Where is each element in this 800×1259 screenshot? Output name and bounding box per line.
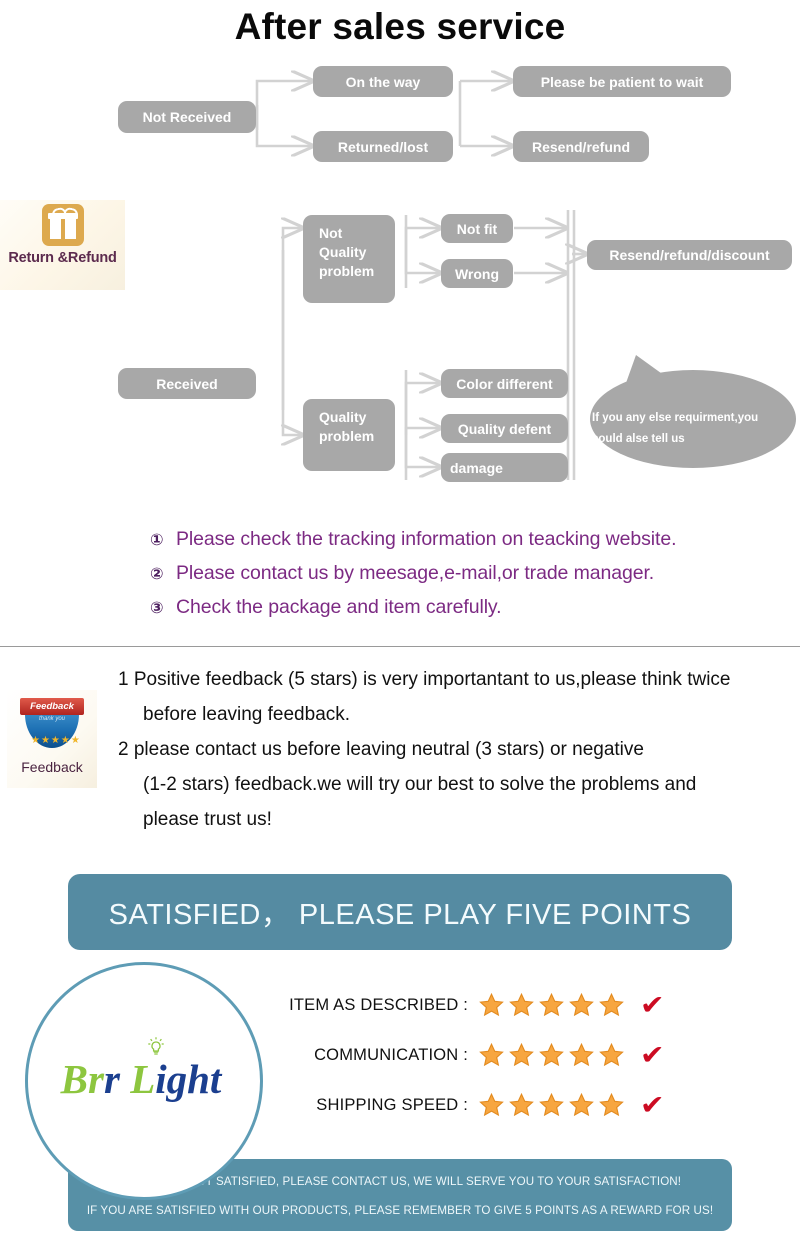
node-wrong: Wrong <box>441 259 513 288</box>
star-icon <box>479 1092 504 1116</box>
logo-part-br: Br <box>60 1056 104 1102</box>
node-returned-lost: Returned/lost <box>313 131 453 162</box>
list-number-1: ① <box>150 532 164 549</box>
brand-logo-text: Brr Light <box>60 1056 222 1102</box>
rating-label-communication: COMMUNICATION : <box>314 1045 468 1064</box>
star-icon <box>599 1092 624 1116</box>
star-icon <box>569 1042 594 1066</box>
list-number-3: ③ <box>150 600 164 617</box>
feedback-label: Feedback <box>21 759 83 775</box>
node-quality-problem: Quality problem <box>303 399 395 471</box>
star-icon <box>569 992 594 1016</box>
feedback-text-block: 1 Positive feedback (5 stars) is very im… <box>118 662 798 837</box>
star-icon <box>599 1042 624 1066</box>
checkmark-icon: ✔ <box>639 1039 665 1070</box>
section-divider <box>0 646 800 647</box>
node-damage: damage <box>441 453 568 482</box>
logo-part-l: L <box>130 1056 156 1102</box>
node-not-received: Not Received <box>118 101 256 133</box>
star-icon <box>479 1042 504 1066</box>
node-not-fit: Not fit <box>441 214 513 243</box>
list-item: ② Please contact us by meesage,e-mail,or… <box>150 562 790 585</box>
rating-row: SHIPPING SPEED : ✔ <box>272 1080 732 1130</box>
node-color-different: Color different <box>441 369 568 398</box>
satisfied-banner-text: SATISFIED， PLEASE PLAY FIVE POINTS <box>108 899 692 931</box>
star-icon <box>509 992 534 1016</box>
rating-row: ITEM AS DESCRIBED : ✔ <box>272 980 732 1030</box>
list-text-3: Check the package and item carefully. <box>176 596 502 618</box>
bubble-line-1: If you any else requirment,you <box>592 412 759 424</box>
rating-row: COMMUNICATION : ✔ <box>272 1030 732 1080</box>
star-icon <box>599 992 624 1016</box>
shield-stars: ★★★★★ <box>31 735 81 746</box>
feedback-badge-block: Feedback thank you ★★★★★ Feedback <box>7 690 97 788</box>
list-text-2: Please contact us by meesage,e-mail,or t… <box>176 562 655 584</box>
star-icon <box>539 1042 564 1066</box>
rating-stars-shipping-speed <box>478 1092 625 1119</box>
node-please-be-patient: Please be patient to wait <box>513 66 731 97</box>
flowchart: Not Received On the way Returned/lost Pl… <box>0 0 800 500</box>
lightbulb-icon <box>148 1037 164 1055</box>
star-icon <box>539 1092 564 1116</box>
shield-sub-text: thank you <box>38 716 66 722</box>
feedback-line-4: (1-2 stars) feedback.we will try our bes… <box>143 774 697 795</box>
list-text-1: Please check the tracking information on… <box>176 528 677 550</box>
logo-part-ight: ight <box>155 1056 222 1102</box>
return-refund-label: Return &Refund <box>8 250 117 266</box>
feedback-line-1: 1 Positive feedback (5 stars) is very im… <box>118 669 731 690</box>
satisfied-banner: SATISFIED， PLEASE PLAY FIVE POINTS <box>68 874 732 950</box>
star-icon <box>509 1042 534 1066</box>
star-icon <box>479 992 504 1016</box>
checkmark-icon: ✔ <box>639 989 665 1020</box>
node-received: Received <box>118 368 256 399</box>
rating-label-item-as-described: ITEM AS DESCRIBED : <box>289 995 468 1014</box>
list-item: ① Please check the tracking information … <box>150 528 790 551</box>
feedback-line-2: before leaving feedback. <box>143 704 351 725</box>
feedback-shield-icon: Feedback thank you ★★★★★ <box>20 694 84 756</box>
rating-stars-item-as-described <box>478 992 625 1019</box>
feedback-line-5: please trust us! <box>143 809 272 830</box>
node-quality-defent: Quality defent <box>441 414 568 443</box>
node-on-the-way: On the way <box>313 66 453 97</box>
shield-banner-text: Feedback <box>20 698 84 715</box>
list-item: ③ Check the package and item carefully. <box>150 596 790 619</box>
rating-stars-communication <box>478 1042 625 1069</box>
return-refund-icon-block: Return &Refund <box>0 200 125 290</box>
bubble-line-2: could alse tell us <box>592 433 685 446</box>
node-resend-refund-discount: Resend/refund/discount <box>587 240 792 270</box>
node-resend-refund: Resend/refund <box>513 131 649 162</box>
list-number-2: ② <box>150 566 164 583</box>
feedback-line-3: 2 please contact us before leaving neutr… <box>118 739 644 760</box>
star-icon <box>509 1092 534 1116</box>
checkmark-icon: ✔ <box>639 1089 665 1120</box>
ratings-block: ITEM AS DESCRIBED : ✔ COMMUNICATION : ✔ <box>272 980 732 1130</box>
after-sales-service-page: After sales service Not Received On the … <box>0 0 800 1259</box>
star-icon <box>539 992 564 1016</box>
rating-label-shipping-speed: SHIPPING SPEED : <box>316 1095 468 1114</box>
speech-bubble-text: If you any else requirment,you could als… <box>592 408 772 451</box>
instructions-list: ① Please check the tracking information … <box>150 528 790 630</box>
gift-icon <box>41 204 84 246</box>
star-icon <box>569 1092 594 1116</box>
node-not-quality-problem: Not Quality problem <box>303 215 395 303</box>
